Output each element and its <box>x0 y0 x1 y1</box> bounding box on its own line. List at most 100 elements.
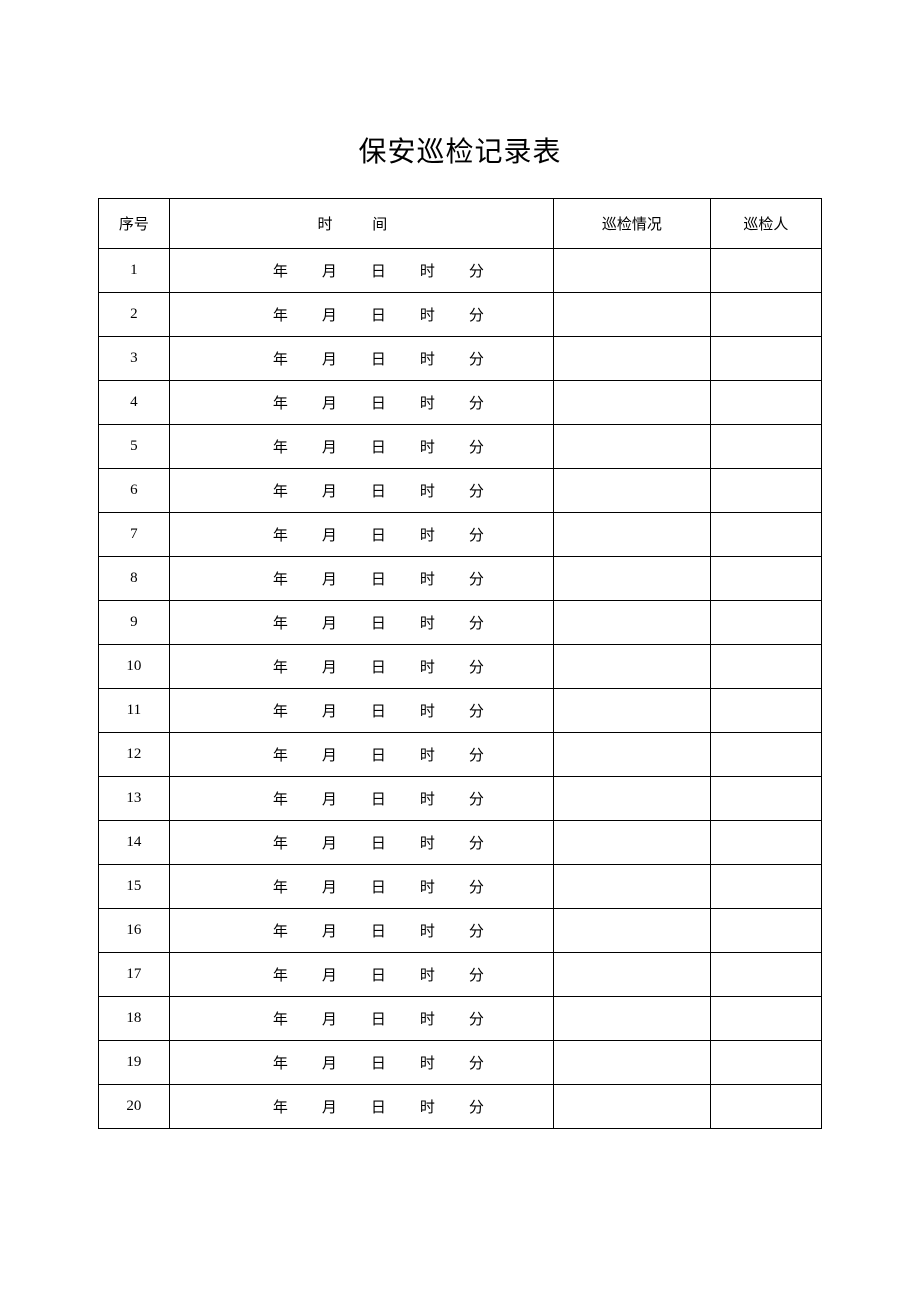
header-situation: 巡检情况 <box>554 199 711 249</box>
time-hour-unit: 时 <box>420 568 435 589</box>
table-row: 10年月日时分 <box>99 645 822 689</box>
time-month-unit: 月 <box>322 700 337 721</box>
time-day-unit: 日 <box>371 348 386 369</box>
time-hour-unit: 时 <box>420 348 435 369</box>
table-row: 16年月日时分 <box>99 909 822 953</box>
time-day-unit: 日 <box>371 832 386 853</box>
cell-person <box>710 953 821 997</box>
time-minute-unit: 分 <box>469 612 484 633</box>
cell-time: 年月日时分 <box>169 557 553 601</box>
cell-situation <box>554 865 711 909</box>
time-day-unit: 日 <box>371 304 386 325</box>
time-month-unit: 月 <box>322 524 337 545</box>
cell-seq: 19 <box>99 1041 170 1085</box>
cell-person <box>710 777 821 821</box>
cell-seq: 13 <box>99 777 170 821</box>
time-minute-unit: 分 <box>469 1008 484 1029</box>
cell-situation <box>554 601 711 645</box>
cell-situation <box>554 425 711 469</box>
time-minute-unit: 分 <box>469 1096 484 1117</box>
cell-time: 年月日时分 <box>169 733 553 777</box>
time-hour-unit: 时 <box>420 744 435 765</box>
time-day-unit: 日 <box>371 1096 386 1117</box>
cell-time: 年月日时分 <box>169 337 553 381</box>
table-row: 20年月日时分 <box>99 1085 822 1129</box>
cell-time: 年月日时分 <box>169 645 553 689</box>
cell-situation <box>554 293 711 337</box>
time-year-unit: 年 <box>273 1008 288 1029</box>
cell-time: 年月日时分 <box>169 293 553 337</box>
time-day-unit: 日 <box>371 612 386 633</box>
time-month-unit: 月 <box>322 1008 337 1029</box>
table-header-row: 序号 时 间 巡检情况 巡检人 <box>99 199 822 249</box>
time-year-unit: 年 <box>273 788 288 809</box>
cell-seq: 14 <box>99 821 170 865</box>
time-year-unit: 年 <box>273 876 288 897</box>
time-hour-unit: 时 <box>420 656 435 677</box>
cell-time: 年月日时分 <box>169 1085 553 1129</box>
header-time: 时 间 <box>169 199 553 249</box>
table-row: 5年月日时分 <box>99 425 822 469</box>
time-minute-unit: 分 <box>469 348 484 369</box>
table-row: 12年月日时分 <box>99 733 822 777</box>
time-minute-unit: 分 <box>469 260 484 281</box>
cell-person <box>710 425 821 469</box>
cell-seq: 18 <box>99 997 170 1041</box>
time-year-unit: 年 <box>273 700 288 721</box>
cell-seq: 20 <box>99 1085 170 1129</box>
time-day-unit: 日 <box>371 744 386 765</box>
table-body: 1年月日时分2年月日时分3年月日时分4年月日时分5年月日时分6年月日时分7年月日… <box>99 249 822 1129</box>
time-year-unit: 年 <box>273 392 288 413</box>
time-month-unit: 月 <box>322 436 337 457</box>
time-month-unit: 月 <box>322 612 337 633</box>
cell-situation <box>554 381 711 425</box>
cell-situation <box>554 821 711 865</box>
time-hour-unit: 时 <box>420 1096 435 1117</box>
table-row: 8年月日时分 <box>99 557 822 601</box>
time-minute-unit: 分 <box>469 832 484 853</box>
cell-time: 年月日时分 <box>169 777 553 821</box>
time-minute-unit: 分 <box>469 524 484 545</box>
cell-seq: 12 <box>99 733 170 777</box>
time-minute-unit: 分 <box>469 1052 484 1073</box>
cell-time: 年月日时分 <box>169 601 553 645</box>
cell-person <box>710 381 821 425</box>
cell-situation <box>554 557 711 601</box>
time-minute-unit: 分 <box>469 480 484 501</box>
cell-seq: 2 <box>99 293 170 337</box>
time-day-unit: 日 <box>371 260 386 281</box>
table-row: 17年月日时分 <box>99 953 822 997</box>
cell-time: 年月日时分 <box>169 821 553 865</box>
cell-situation <box>554 953 711 997</box>
time-hour-unit: 时 <box>420 612 435 633</box>
time-minute-unit: 分 <box>469 964 484 985</box>
cell-situation <box>554 469 711 513</box>
time-hour-unit: 时 <box>420 304 435 325</box>
time-year-unit: 年 <box>273 568 288 589</box>
time-minute-unit: 分 <box>469 920 484 941</box>
time-minute-unit: 分 <box>469 392 484 413</box>
table-row: 13年月日时分 <box>99 777 822 821</box>
time-year-unit: 年 <box>273 656 288 677</box>
cell-person <box>710 821 821 865</box>
time-year-unit: 年 <box>273 524 288 545</box>
cell-person <box>710 909 821 953</box>
cell-time: 年月日时分 <box>169 997 553 1041</box>
time-hour-unit: 时 <box>420 1052 435 1073</box>
cell-situation <box>554 249 711 293</box>
time-hour-unit: 时 <box>420 392 435 413</box>
time-hour-unit: 时 <box>420 832 435 853</box>
cell-person <box>710 1041 821 1085</box>
time-month-unit: 月 <box>322 744 337 765</box>
cell-time: 年月日时分 <box>169 425 553 469</box>
table-row: 4年月日时分 <box>99 381 822 425</box>
time-minute-unit: 分 <box>469 700 484 721</box>
time-minute-unit: 分 <box>469 744 484 765</box>
cell-seq: 9 <box>99 601 170 645</box>
header-time-label: 时 间 <box>318 217 406 233</box>
cell-seq: 8 <box>99 557 170 601</box>
time-year-unit: 年 <box>273 304 288 325</box>
time-minute-unit: 分 <box>469 304 484 325</box>
time-day-unit: 日 <box>371 920 386 941</box>
time-year-unit: 年 <box>273 1052 288 1073</box>
